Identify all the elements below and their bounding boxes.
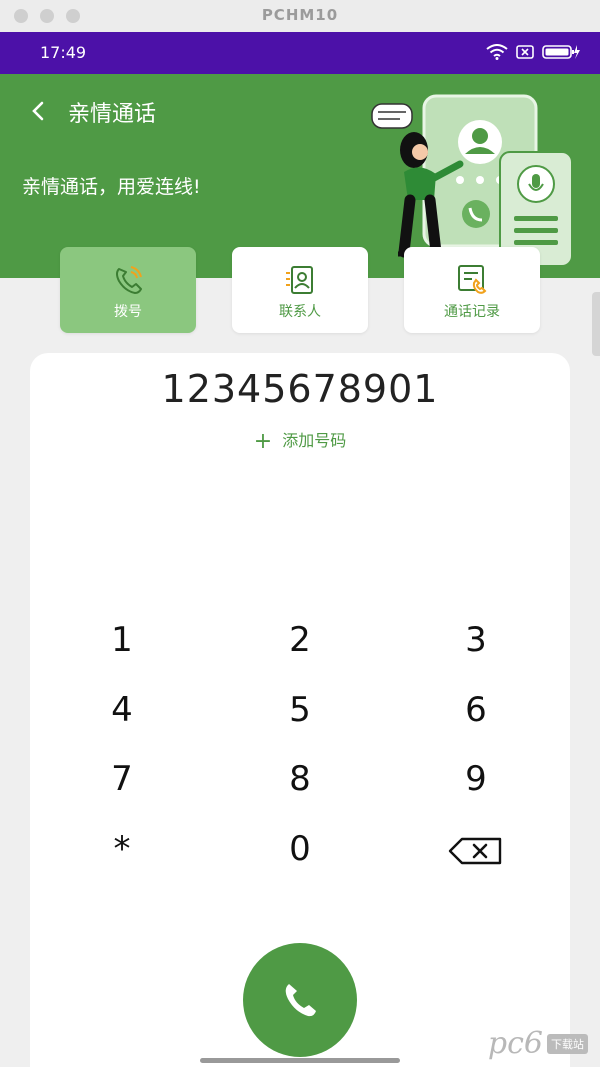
tab-contacts[interactable]: 联系人 [232,247,368,333]
watermark-text: 下载站 [547,1033,588,1054]
back-arrow-icon[interactable] [24,96,54,126]
add-number-button[interactable]: + 添加号码 [30,427,570,454]
backspace-button[interactable] [426,821,526,877]
tab-contacts-label: 联系人 [279,304,321,320]
plus-icon: + [253,429,273,454]
family-call-illustration [371,94,573,267]
key-8[interactable]: 8 [250,751,350,807]
backspace-icon [448,837,502,864]
window-titlebar: PCHM10 [0,0,600,33]
function-tabs: 拨号 联系人 通话记录 [0,247,600,337]
tab-dial[interactable]: 拨号 [60,247,196,333]
status-bar: 17:49 [0,32,600,74]
status-icons [486,44,580,60]
site-watermark: pc6 下载站 [488,1026,588,1061]
call-log-icon [458,265,487,294]
page-slogan: 亲情通话，用爱连线! [22,176,201,198]
sim-none-icon [516,45,534,59]
phone-ring-icon [116,266,142,294]
watermark-logo: pc6 [487,1026,543,1061]
window-title: PCHM10 [261,6,339,24]
key-0[interactable]: 0 [250,821,350,877]
wifi-icon [486,44,508,60]
page-title: 亲情通话 [68,102,157,127]
tab-dial-label: 拨号 [114,304,142,320]
key-6[interactable]: 6 [426,682,526,738]
key-star[interactable]: * [72,821,172,877]
key-7[interactable]: 7 [72,751,172,807]
add-number-label: 添加号码 [282,431,347,450]
key-2[interactable]: 2 [250,612,350,668]
dialed-number-display[interactable]: 12345678901 [30,367,570,411]
battery-icon [542,45,580,59]
key-9[interactable]: 9 [426,751,526,807]
key-1[interactable]: 1 [72,612,172,668]
key-3[interactable]: 3 [426,612,526,668]
call-button[interactable] [243,943,357,1057]
contacts-icon [286,266,313,294]
key-5[interactable]: 5 [250,682,350,738]
home-indicator[interactable] [200,1058,400,1063]
status-time: 17:49 [40,43,87,62]
tab-call-log[interactable]: 通话记录 [404,247,540,333]
key-4[interactable]: 4 [72,682,172,738]
tab-call-log-label: 通话记录 [444,304,500,320]
phone-icon [285,984,316,1017]
